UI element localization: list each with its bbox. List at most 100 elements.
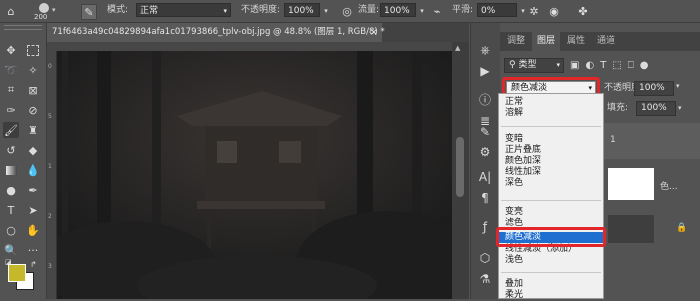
paragraph-panel-icon[interactable]: ¶: [477, 190, 493, 206]
history-brush-tool-icon[interactable]: ↺: [3, 142, 19, 158]
crop-tool-icon[interactable]: ⌗: [3, 82, 19, 98]
blend-option-color-burn[interactable]: 颜色加深: [505, 156, 541, 167]
blend-option-linear-burn[interactable]: 线性加深: [505, 167, 541, 178]
document-canvas[interactable]: [57, 51, 452, 299]
ruler-mark: 0: [48, 63, 52, 70]
smoothing-settings-icon[interactable]: ✲: [527, 3, 541, 19]
filter-toggle-icon[interactable]: ●: [640, 60, 649, 71]
brush-tool-icon[interactable]: 🖌: [3, 122, 19, 138]
opacity-input[interactable]: 100%: [284, 3, 320, 17]
foreground-color-swatch[interactable]: [8, 264, 26, 282]
flow-label: 流量:: [358, 5, 380, 15]
blend-option-dissolve[interactable]: 溶解: [505, 108, 523, 119]
brush-size-label: 200: [34, 13, 48, 21]
blend-option-normal[interactable]: 正常: [505, 97, 523, 108]
layer-filter-select[interactable]: ⚲ 类型 ▾: [504, 58, 564, 73]
layer-opacity-input[interactable]: 100%: [634, 81, 674, 96]
clone-stamp-tool-icon[interactable]: ♜: [25, 122, 41, 138]
document-tab[interactable]: 71f6463a49c04829894afa1c01793866_tplv-ob…: [47, 23, 385, 42]
scroll-up-icon[interactable]: ▲: [455, 44, 460, 52]
tab-channels[interactable]: 通道: [592, 32, 620, 51]
airbrush-icon[interactable]: ⌁: [430, 3, 444, 19]
ellipse-tool-icon[interactable]: ○: [3, 222, 19, 238]
eraser-tool-icon[interactable]: ◆: [25, 142, 41, 158]
info-panel-icon[interactable]: ⓘ: [477, 91, 493, 107]
glyphs-panel-icon[interactable]: ƒ: [477, 219, 493, 235]
ruler-mark: 2: [48, 213, 52, 220]
blend-mode-dropdown[interactable]: 正常 溶解 变暗 正片叠底 颜色加深 线性加深 深色 变亮 滤色 颜色减淡 线性…: [498, 93, 604, 301]
brush-panel-icon[interactable]: ✎: [477, 124, 493, 140]
fill-input[interactable]: 100%: [636, 101, 676, 116]
tab-adjustments[interactable]: 调整: [502, 32, 530, 51]
home-icon[interactable]: ⌂: [4, 3, 18, 19]
type-filter-icon[interactable]: T: [600, 60, 606, 71]
layer-row[interactable]: 🔒: [604, 213, 700, 245]
blend-option-lighter-color[interactable]: 浅色: [505, 255, 523, 266]
layer-name: 色...: [660, 182, 678, 192]
brush-tip-icon: [39, 3, 49, 13]
blend-option-overlay[interactable]: 叠加: [505, 279, 523, 290]
chevron-down-icon[interactable]: ▾: [418, 3, 426, 19]
vertical-scrollbar[interactable]: ▲: [452, 42, 469, 299]
tab-properties[interactable]: 属性: [562, 32, 590, 51]
blend-option-multiply[interactable]: 正片叠底: [505, 145, 541, 156]
smoothing-input[interactable]: 0%: [477, 3, 517, 17]
smart-object-filter-icon[interactable]: ⎕: [628, 60, 634, 71]
adjustment-filter-icon[interactable]: ◐: [585, 60, 594, 71]
dark-forest-house-image: [57, 51, 452, 299]
marquee-tool-icon[interactable]: [25, 42, 41, 58]
menu-divider: [501, 126, 601, 127]
tab-layers[interactable]: 图层: [532, 32, 560, 51]
blend-option-lighten[interactable]: 变亮: [505, 207, 523, 218]
fill-row: 填充: 100% ▾: [604, 101, 700, 116]
blend-option-darken[interactable]: 变暗: [505, 134, 523, 145]
character-panel-icon[interactable]: A|: [477, 169, 493, 185]
dodge-tool-icon[interactable]: ●: [3, 182, 19, 198]
pixel-filter-icon[interactable]: ▣: [570, 60, 579, 71]
spot-healing-tool-icon[interactable]: ⊘: [25, 102, 41, 118]
lasso-tool-icon[interactable]: ➰: [3, 62, 19, 78]
pen-tool-icon[interactable]: ✒: [25, 182, 41, 198]
pressure-opacity-icon[interactable]: ◎: [340, 3, 354, 19]
scrollbar-thumb[interactable]: [456, 137, 464, 197]
layer-thumbnail: [608, 215, 654, 243]
chevron-down-icon[interactable]: ▾: [678, 101, 682, 116]
pressure-size-icon[interactable]: ◉: [547, 3, 561, 19]
panel-tab-bar: 调整 图层 属性 通道: [500, 32, 700, 51]
blend-option-soft-light[interactable]: 柔光: [505, 290, 523, 301]
move-tool-icon[interactable]: ✥: [3, 42, 19, 58]
brush-preset-picker[interactable]: 200 ▾: [30, 2, 60, 21]
chevron-down-icon[interactable]: ▾: [519, 3, 527, 19]
brush-settings-panel-icon[interactable]: ⚙: [477, 144, 493, 160]
zoom-tool-icon[interactable]: 🔍: [3, 242, 19, 258]
symmetry-butterfly-icon[interactable]: ✤: [576, 3, 590, 19]
brush-settings-icon[interactable]: ✎: [81, 4, 97, 20]
layer-row[interactable]: 色...: [604, 163, 700, 205]
chevron-down-icon[interactable]: ▾: [676, 82, 680, 90]
swap-colors-icon[interactable]: ↱: [30, 260, 37, 269]
libraries-panel-icon[interactable]: ⚗: [477, 271, 493, 287]
eyedropper-tool-icon[interactable]: ✑: [3, 102, 19, 118]
flow-input[interactable]: 100%: [380, 3, 416, 17]
path-select-tool-icon[interactable]: ➤: [25, 202, 41, 218]
3d-panel-icon[interactable]: ⬡: [477, 250, 493, 266]
shape-filter-icon[interactable]: ⬚: [612, 60, 621, 71]
mode-label: 模式:: [107, 5, 129, 15]
panel-grip[interactable]: [4, 25, 42, 30]
quick-select-tool-icon[interactable]: ✧: [25, 62, 41, 78]
mode-select[interactable]: 正常 ▾: [136, 3, 231, 17]
edit-toolbar-icon[interactable]: ···: [25, 242, 41, 258]
chevron-down-icon[interactable]: ▾: [322, 3, 330, 19]
blend-option-darker-color[interactable]: 深色: [505, 178, 523, 189]
close-icon[interactable]: ×: [370, 23, 378, 42]
frame-tool-icon[interactable]: ⊠: [25, 82, 41, 98]
type-tool-icon[interactable]: T: [3, 202, 19, 218]
hand-tool-icon[interactable]: ✋: [25, 222, 41, 238]
gradient-tool-icon[interactable]: [3, 162, 19, 178]
blur-tool-icon[interactable]: 💧: [25, 162, 41, 178]
history-panel-icon[interactable]: ⎈: [477, 42, 493, 58]
ruler-mark: 5: [48, 113, 52, 120]
actions-play-icon[interactable]: ▶: [477, 63, 493, 79]
layer-row[interactable]: 1: [604, 123, 700, 159]
opacity-label: 不透明度:: [241, 5, 281, 15]
